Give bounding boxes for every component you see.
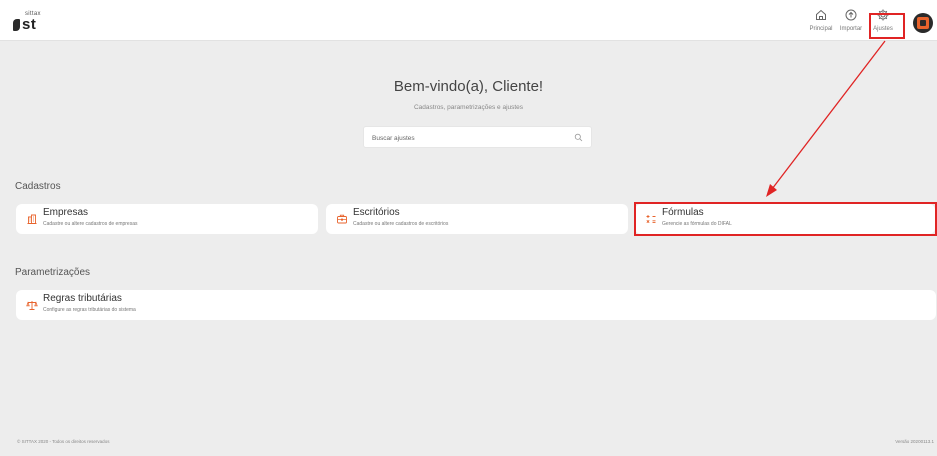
card-regras-tributarias[interactable]: Regras tributárias Configure as regras t… <box>16 290 936 320</box>
building-icon <box>27 214 37 224</box>
card-regras-subtitle: Configure as regras tributárias do siste… <box>43 307 136 313</box>
section-title-parametrizacoes: Parametrizações <box>15 267 91 278</box>
card-empresas-subtitle: Cadastre ou altere cadastros de empresas <box>43 221 138 227</box>
user-avatar[interactable] <box>913 13 933 33</box>
logo-mark <box>13 19 20 31</box>
logo-big-text: st <box>22 16 37 33</box>
scale-icon <box>26 301 38 310</box>
ajustes-highlight-box <box>869 13 905 39</box>
avatar-badge <box>917 17 929 29</box>
home-icon <box>816 9 826 20</box>
welcome-title: Bem-vindo(a), Cliente! <box>393 78 544 95</box>
search-box[interactable] <box>363 126 592 148</box>
upload-circle-icon <box>845 9 857 21</box>
card-escritorios[interactable]: Escritórios Cadastre ou altere cadastros… <box>326 204 628 234</box>
formulas-highlight-box <box>634 202 937 236</box>
footer-copyright: © SITTAX 2020 - Todos os direitos reserv… <box>17 439 110 444</box>
card-escritorios-title: Escritórios <box>353 207 400 218</box>
card-regras-title: Regras tributárias <box>43 293 122 304</box>
top-header: sittax st Principal Importar Ajustes <box>0 0 937 41</box>
card-empresas[interactable]: Empresas Cadastre ou altere cadastros de… <box>16 204 318 234</box>
footer-version: Versão 20200113.1 <box>895 439 934 444</box>
card-empresas-title: Empresas <box>43 207 89 218</box>
sittax-logo[interactable]: sittax st <box>13 8 53 34</box>
section-title-cadastros: Cadastros <box>15 181 61 192</box>
search-icon[interactable] <box>574 133 583 142</box>
welcome-subtitle: Cadastros, parametrizações e ajustes <box>413 104 524 111</box>
briefcase-icon <box>337 214 347 224</box>
search-input[interactable] <box>372 132 562 144</box>
avatar-dot <box>920 20 926 26</box>
card-escritorios-subtitle: Cadastre ou altere cadastros de escritór… <box>353 221 449 227</box>
